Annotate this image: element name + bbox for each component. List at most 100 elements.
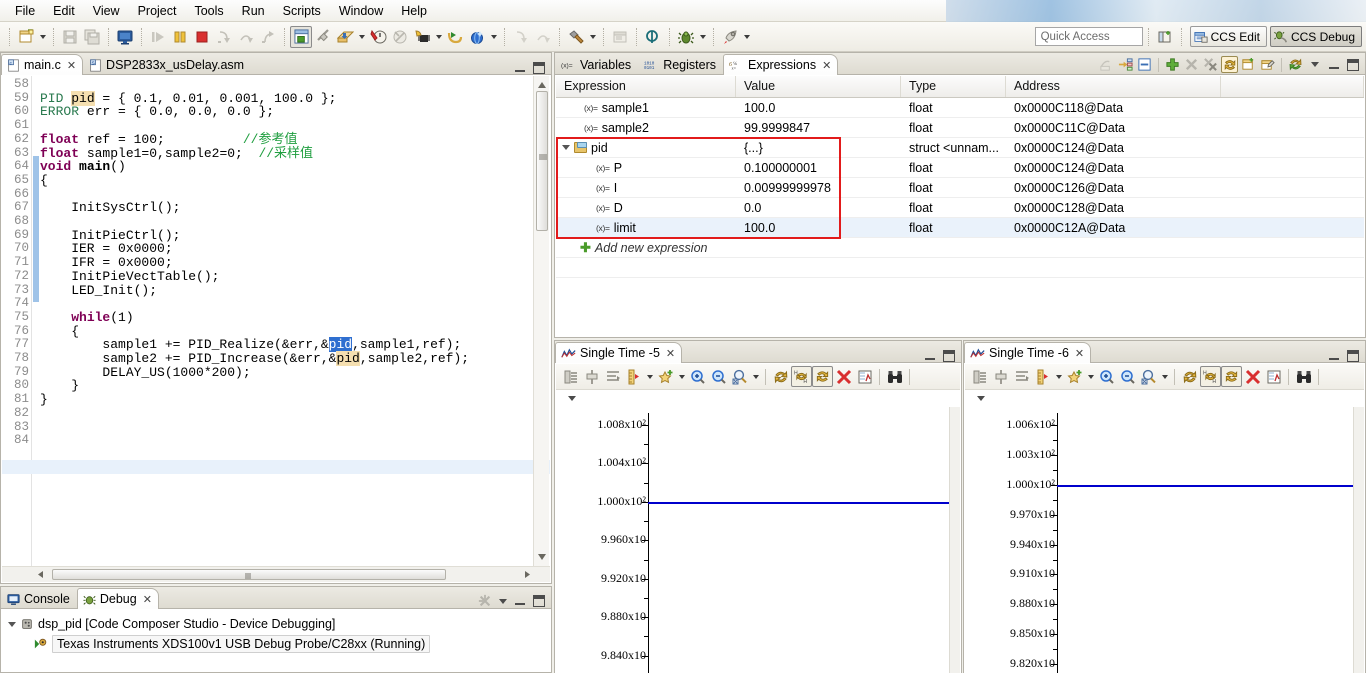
cell-value[interactable]: 0.00999999978 [736, 181, 901, 195]
hold-h-icon[interactable]: HH [1200, 366, 1221, 387]
build-hammer-icon[interactable] [565, 26, 587, 48]
graph-properties-icon[interactable] [560, 366, 581, 387]
view-menu-icon[interactable] [1306, 56, 1323, 73]
cell-value[interactable]: 0.0 [736, 201, 901, 215]
console-icon[interactable] [114, 26, 136, 48]
add-new-expression-row[interactable]: ✚ Add new expression [556, 238, 1364, 258]
maximize-icon[interactable] [1344, 56, 1361, 73]
graph2-plot[interactable]: 1.006x10² 1.003x10² 1.000x10² 9.970x10 9.940… [965, 407, 1364, 673]
link-icon[interactable] [312, 26, 334, 48]
cell-expression[interactable]: (x)= sample2 [556, 121, 736, 135]
minimize-icon[interactable] [1328, 350, 1340, 362]
tab-debug[interactable]: Debug ✕ [76, 588, 159, 609]
binoculars-icon[interactable] [1293, 366, 1314, 387]
build-dropdown-arrow[interactable] [587, 26, 598, 48]
chevron-down-icon[interactable] [977, 396, 985, 401]
measure-dropdown-arrow[interactable] [1053, 366, 1064, 388]
minimize-icon[interactable] [924, 350, 936, 362]
code-line[interactable]: } [40, 379, 79, 393]
hscroll-right-arrow[interactable] [523, 570, 532, 579]
code-line[interactable]: PID pid = { 0.1, 0.01, 0.001, 100.0 }; [40, 90, 336, 106]
cell-expression[interactable]: (x)= limit [556, 221, 736, 235]
menu-scripts[interactable]: Scripts [274, 2, 330, 20]
export-icon[interactable] [1263, 366, 1284, 387]
cell-expression[interactable]: pid [556, 141, 736, 155]
editor-code-area[interactable]: PID pid = { 0.1, 0.01, 0.001, 100.0 }; ER… [40, 76, 533, 566]
code-line[interactable]: DELAY_US(1000*200); [40, 365, 250, 380]
close-icon[interactable]: ✕ [1075, 347, 1084, 360]
restart-icon[interactable] [290, 25, 312, 48]
tab-dsp-asm[interactable]: S DSP2833x_usDelay.asm [83, 54, 251, 75]
graph1-expand-row[interactable] [556, 390, 960, 407]
clock-icon[interactable] [367, 26, 389, 48]
table-row[interactable]: pid {...} struct <unnam... 0x0000C124@Data [556, 138, 1364, 158]
expand-arrow-icon[interactable] [562, 145, 570, 150]
add-marker-dropdown-arrow[interactable] [1085, 366, 1096, 388]
cell-value[interactable]: 99.9999847 [736, 121, 901, 135]
cell-address[interactable]: 0x0000C126@Data [1006, 181, 1221, 195]
code-line[interactable]: void main() [40, 160, 126, 174]
zoom-in-icon[interactable] [687, 366, 708, 387]
cell-address[interactable]: 0x0000C124@Data [1006, 161, 1221, 175]
chip-dropdown-arrow[interactable] [433, 26, 444, 48]
menu-window[interactable]: Window [330, 2, 392, 20]
search-icon[interactable] [642, 26, 664, 48]
editor-body[interactable]: 58 59 60 61 62 63 64 65 66 67 68 69 70 71 72 73 74 75 76 77… [2, 76, 550, 582]
menu-tools[interactable]: Tools [185, 2, 232, 20]
cell-type[interactable]: float [901, 201, 1006, 215]
editor-hscroll-thumb[interactable] [52, 569, 446, 580]
cell-expression[interactable]: (x)= I [556, 181, 736, 195]
cell-type[interactable]: float [901, 121, 1006, 135]
debug-tree-root[interactable]: dsp_pid [Code Composer Studio - Device D… [8, 614, 550, 634]
add-marker-icon[interactable] [655, 366, 676, 387]
code-line[interactable]: LED_Init(); [40, 283, 157, 298]
minimize-icon[interactable] [514, 595, 526, 607]
graph2-expand-row[interactable] [965, 390, 1364, 407]
tab-console[interactable]: Console [1, 588, 77, 609]
cell-value[interactable]: 0.100000001 [736, 161, 901, 175]
scroll-up-arrow[interactable] [537, 80, 547, 90]
code-line[interactable]: sample1 += PID_Realize(&err,&pid,sample1… [40, 337, 461, 353]
code-line[interactable]: InitSysCtrl(); [40, 201, 180, 215]
globe-icon[interactable] [466, 26, 488, 48]
zoom-dropdown-arrow[interactable] [1159, 366, 1170, 388]
table-row[interactable]: (x)= sample1 100.0 float 0x0000C118@Data [556, 98, 1364, 118]
table-row[interactable]: (x)= sample2 99.9999847 float 0x0000C11C@Dat… [556, 118, 1364, 138]
measure-icon[interactable] [1032, 366, 1053, 387]
zoom-reset-icon[interactable] [1138, 366, 1159, 387]
tab-variables[interactable]: (x)= Variables [555, 54, 638, 75]
col-address[interactable]: Address [1006, 76, 1221, 97]
new-watch-icon[interactable] [1240, 56, 1257, 73]
code-line[interactable]: } [40, 393, 48, 407]
chevron-down-icon[interactable] [568, 396, 576, 401]
cell-value[interactable]: 100.0 [736, 101, 901, 115]
scroll-down-arrow[interactable] [537, 552, 547, 562]
maximize-icon[interactable] [1347, 350, 1359, 362]
add-marker-dropdown-arrow[interactable] [676, 366, 687, 388]
load-program-icon[interactable] [334, 26, 356, 48]
plot-vertical-scrollbar[interactable] [1353, 407, 1364, 673]
align-list-icon[interactable] [602, 366, 623, 387]
cell-address[interactable]: 0x0000C12A@Data [1006, 221, 1221, 235]
menu-view[interactable]: View [84, 2, 129, 20]
chip-icon[interactable] [411, 26, 433, 48]
col-type[interactable]: Type [901, 76, 1006, 97]
debug-bug-icon[interactable] [675, 26, 697, 48]
quick-access-input[interactable]: Quick Access [1034, 27, 1143, 46]
run-dropdown-arrow[interactable] [741, 26, 752, 48]
plot-vertical-scrollbar[interactable] [949, 407, 960, 673]
maximize-icon[interactable] [533, 62, 545, 74]
debug-tree-child[interactable]: Texas Instruments XDS100v1 USB Debug Pro… [8, 634, 550, 654]
continuous-refresh-icon[interactable] [812, 366, 833, 387]
zoom-out-icon[interactable] [1117, 366, 1138, 387]
cell-address[interactable]: 0x0000C124@Data [1006, 141, 1221, 155]
align-list-icon[interactable] [1011, 366, 1032, 387]
code-line[interactable]: while(1) [40, 311, 133, 325]
minimize-icon[interactable] [514, 62, 526, 74]
menu-run[interactable]: Run [233, 2, 274, 20]
code-line[interactable]: float sample1=0,sample2=0; //采样值 [40, 146, 313, 161]
debug-dropdown-arrow[interactable] [697, 26, 708, 48]
run-rocket-icon[interactable] [719, 26, 741, 48]
code-line[interactable]: IER = 0x0000; [40, 242, 172, 256]
code-line[interactable]: float ref = 100; //参考值 [40, 132, 297, 147]
